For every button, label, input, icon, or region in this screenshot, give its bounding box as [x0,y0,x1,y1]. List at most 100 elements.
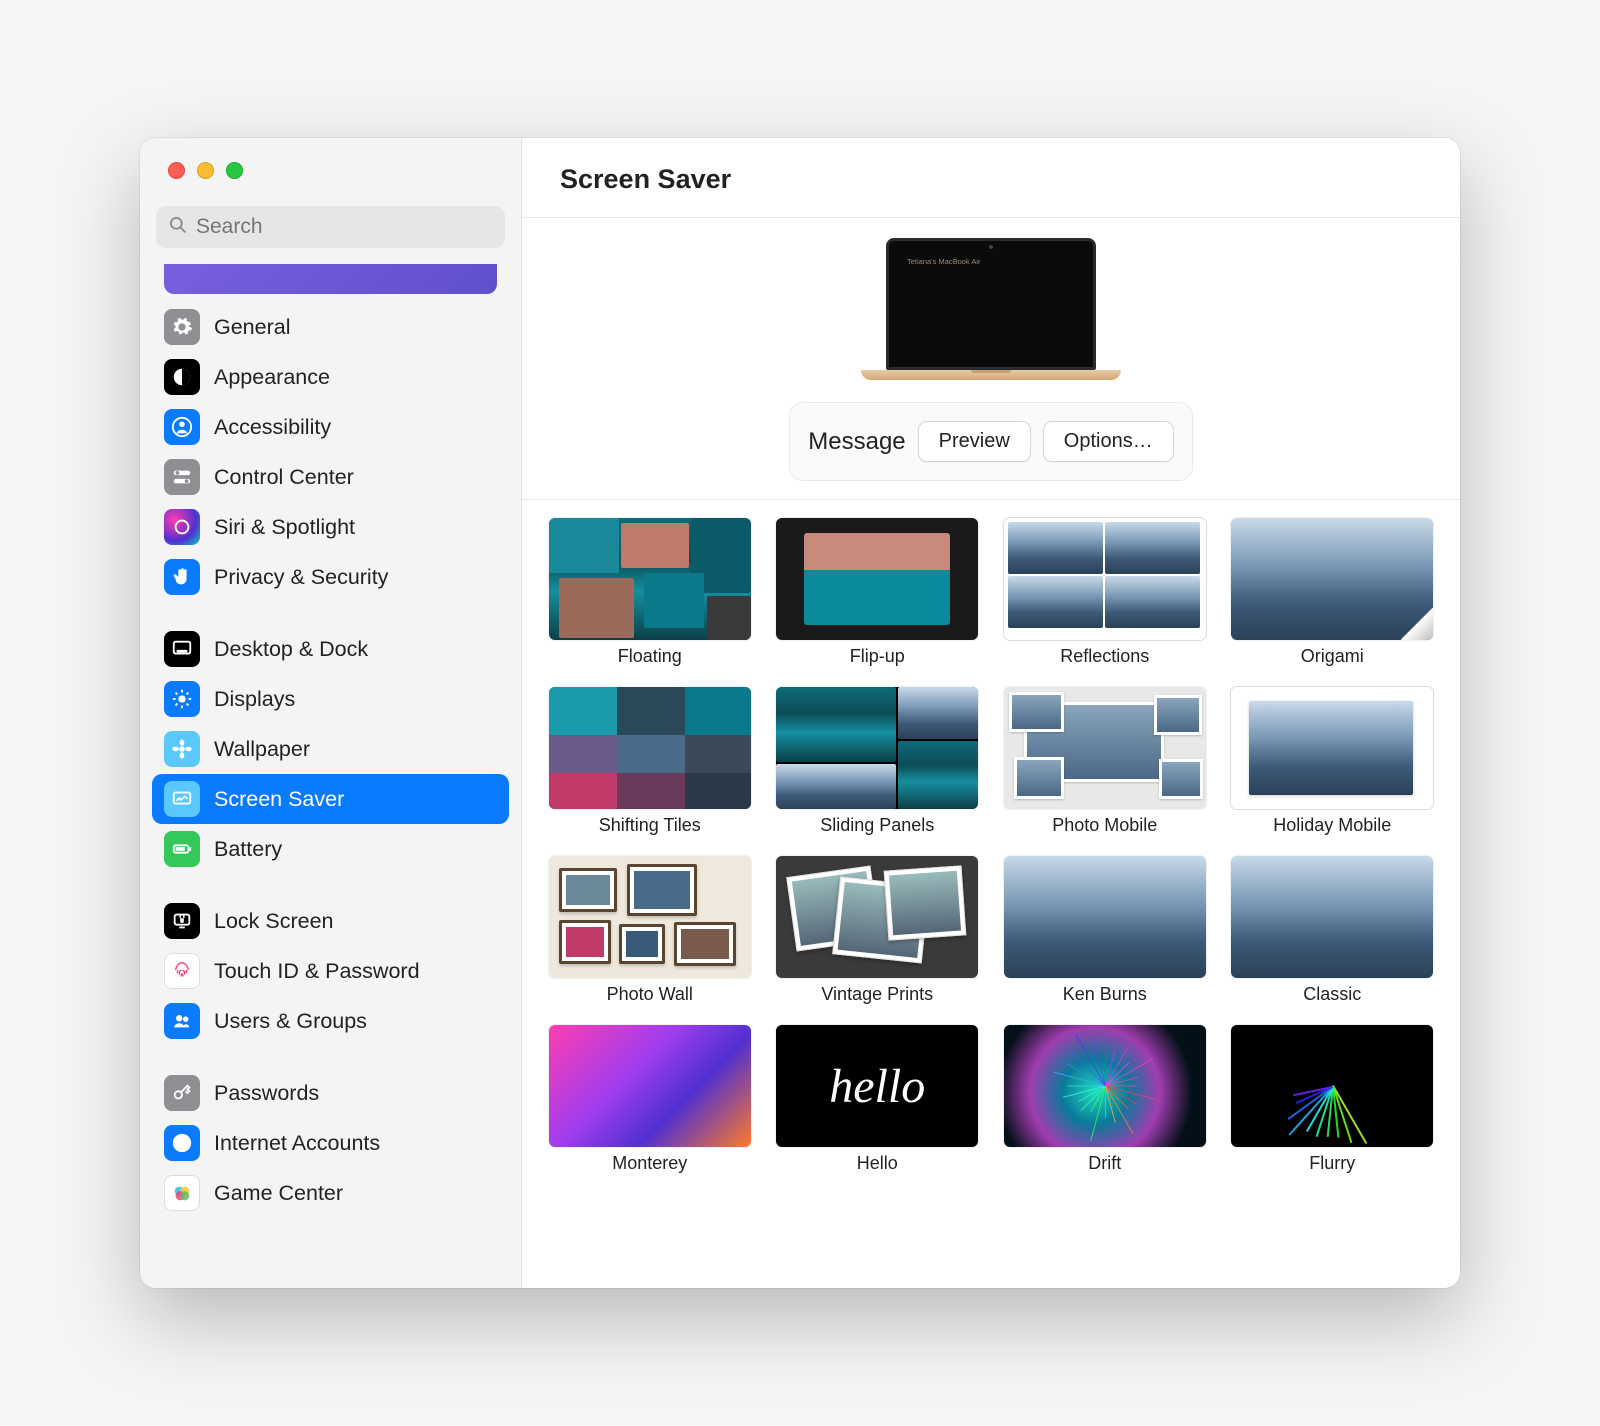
sidebar-item-internet-accounts[interactable]: Internet Accounts [152,1118,509,1168]
screensaver-label: Photo Mobile [1052,815,1157,836]
screensaver-option-classic[interactable]: Classic [1229,856,1437,1005]
screensaver-thumbnail[interactable] [549,1025,751,1147]
screensaver-grid[interactable]: Floating Flip-up Reflections Origami Shiftin… [522,499,1460,1288]
screensaver-label: Reflections [1060,646,1149,667]
screensaver-thumbnail[interactable] [1231,1025,1433,1147]
minimize-button[interactable] [197,162,214,179]
screensaver-option-holidaymobile[interactable]: Holiday Mobile [1229,687,1437,836]
search-input[interactable] [196,215,493,239]
page-header: Screen Saver [522,138,1460,218]
sidebar: General Appearance Accessibility Control Ce… [140,138,522,1288]
screensaver-option-sliding[interactable]: Sliding Panels [774,687,982,836]
preview-button[interactable]: Preview [918,421,1031,462]
main-content: Screen Saver Tetiana's MacBook Air Messa… [522,138,1460,1288]
screensaver-option-origami[interactable]: Origami [1229,518,1437,667]
siri-icon [164,509,200,545]
sidebar-item-label: Internet Accounts [214,1131,380,1156]
sidebar-item-label: Appearance [214,365,330,390]
sidebar-item-accessibility[interactable]: Accessibility [152,402,509,452]
search-icon [168,215,188,240]
sidebar-item-label: Passwords [214,1081,319,1106]
sidebar-item-truncated[interactable] [164,264,497,294]
screensaver-label: Holiday Mobile [1273,815,1391,836]
screensaver-label: Monterey [612,1153,687,1174]
screensaver-option-monterey[interactable]: Monterey [546,1025,754,1174]
sidebar-item-siri[interactable]: Siri & Spotlight [152,502,509,552]
screensaver-label: Drift [1088,1153,1121,1174]
screensaver-thumbnail[interactable] [1004,856,1206,978]
screensaver-thumbnail[interactable] [776,856,978,978]
sidebar-item-desktop-dock[interactable]: Desktop & Dock [152,624,509,674]
screensaver-thumbnail[interactable] [1231,518,1433,640]
sidebar-item-general[interactable]: General [152,302,509,352]
options-button[interactable]: Options… [1043,421,1174,462]
screensaver-thumbnail[interactable] [776,518,978,640]
screensaver-thumbnail[interactable] [1231,687,1433,809]
sidebar-item-label: Control Center [214,465,354,490]
screensaver-thumbnail[interactable] [1004,518,1206,640]
screensaver-thumbnail[interactable] [549,856,751,978]
screensaver-thumbnail[interactable] [549,518,751,640]
sun-icon [164,681,200,717]
screensaver-thumbnail[interactable] [1004,1025,1206,1147]
screensaver-option-drift[interactable]: Drift [1001,1025,1209,1174]
gamecenter-icon [164,1175,200,1211]
sidebar-item-privacy[interactable]: Privacy & Security [152,552,509,602]
dock-icon [164,631,200,667]
users-icon [164,1003,200,1039]
sidebar-item-screen-saver[interactable]: Screen Saver [152,774,509,824]
sidebar-item-label: Displays [214,687,295,712]
screensaver-label: Sliding Panels [820,815,934,836]
screensaver-label: Hello [857,1153,898,1174]
sidebar-item-control-center[interactable]: Control Center [152,452,509,502]
screensaver-label: Ken Burns [1063,984,1147,1005]
screensaver-option-flipup[interactable]: Flip-up [774,518,982,667]
switches-icon [164,459,200,495]
screensaver-thumbnail[interactable] [1004,687,1206,809]
sidebar-item-wallpaper[interactable]: Wallpaper [152,724,509,774]
sidebar-item-appearance[interactable]: Appearance [152,352,509,402]
screensaver-option-hello[interactable]: hello Hello [774,1025,982,1174]
page-title: Screen Saver [560,164,1422,195]
sidebar-item-label: Battery [214,837,282,862]
gear-icon [164,309,200,345]
screensaver-control-row: Message Preview Options… [789,402,1192,481]
screensaver-thumbnail[interactable]: hello [776,1025,978,1147]
screensaver-option-flurry[interactable]: Flurry [1229,1025,1437,1174]
screensaver-option-floating[interactable]: Floating [546,518,754,667]
macbook-preview: Tetiana's MacBook Air [861,238,1121,380]
sidebar-nav[interactable]: General Appearance Accessibility Control Ce… [140,262,521,1288]
sidebar-item-battery[interactable]: Battery [152,824,509,874]
screensaver-thumbnail[interactable] [1231,856,1433,978]
screensaver-label: Flip-up [850,646,905,667]
screensaver-option-vintage[interactable]: Vintage Prints [774,856,982,1005]
sidebar-item-displays[interactable]: Displays [152,674,509,724]
contrast-icon [164,359,200,395]
screensaver-label: Classic [1303,984,1361,1005]
lock-icon [164,903,200,939]
screensaver-option-kenburns[interactable]: Ken Burns [1001,856,1209,1005]
person-icon [164,409,200,445]
screensaver-preview: Tetiana's MacBook Air Message Preview Op… [522,218,1460,481]
sidebar-item-passwords[interactable]: Passwords [152,1068,509,1118]
screensaver-thumbnail[interactable] [549,687,751,809]
screensaver-option-photowall[interactable]: Photo Wall [546,856,754,1005]
sidebar-item-label: Accessibility [214,415,331,440]
sidebar-item-touch-id[interactable]: Touch ID & Password [152,946,509,996]
search-field[interactable] [156,206,505,248]
sidebar-item-game-center[interactable]: Game Center [152,1168,509,1218]
close-button[interactable] [168,162,185,179]
screensaver-option-reflections[interactable]: Reflections [1001,518,1209,667]
preview-message-text: Tetiana's MacBook Air [907,257,981,266]
sidebar-item-lock-screen[interactable]: Lock Screen [152,896,509,946]
sidebar-item-users[interactable]: Users & Groups [152,996,509,1046]
screensaver-label: Flurry [1309,1153,1355,1174]
sidebar-item-label: Touch ID & Password [214,959,420,984]
sidebar-item-label: General [214,315,291,340]
screensaver-option-shifting[interactable]: Shifting Tiles [546,687,754,836]
system-settings-window: General Appearance Accessibility Control Ce… [140,138,1460,1288]
screensaver-thumbnail[interactable] [776,687,978,809]
fullscreen-button[interactable] [226,162,243,179]
flower-icon [164,731,200,767]
screensaver-option-photomobile[interactable]: Photo Mobile [1001,687,1209,836]
